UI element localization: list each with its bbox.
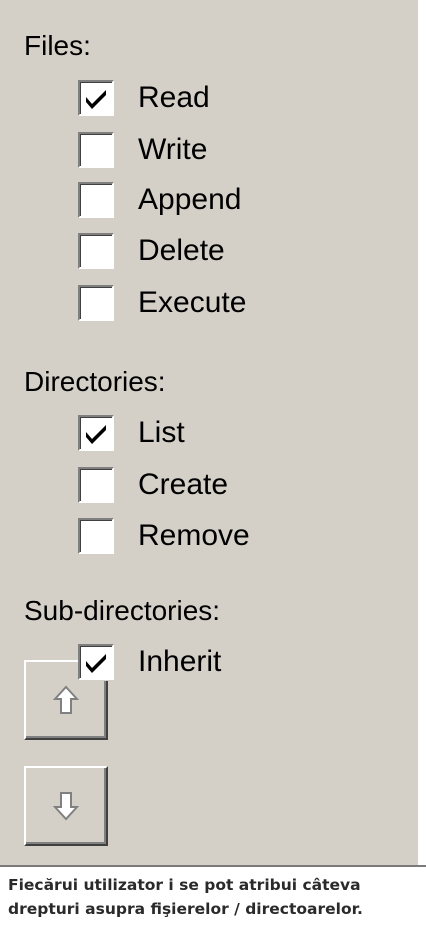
execute-checkbox[interactable] [78,285,114,321]
caption-divider [0,865,426,867]
permission-inherit[interactable]: Inherit [78,642,221,682]
permission-delete[interactable]: Delete [78,231,225,271]
permission-read[interactable]: Read [78,78,210,118]
read-checkbox[interactable] [78,80,114,116]
execute-label: Execute [138,286,247,319]
write-checkbox[interactable] [78,132,114,168]
write-label: Write [138,133,208,166]
list-checkbox[interactable] [78,415,114,451]
subdirectories-heading: Sub-directories: [24,595,221,626]
delete-checkbox[interactable] [78,233,114,269]
permission-write[interactable]: Write [78,130,207,170]
checkmark-icon [86,654,106,673]
permission-create[interactable]: Create [78,465,228,505]
permission-list[interactable]: List [78,413,185,453]
create-checkbox[interactable] [78,467,114,503]
inherit-label: Inherit [138,645,222,678]
create-label: Create [138,468,229,501]
down-arrow-icon [53,792,79,821]
files-heading: Files: [24,30,91,61]
checkmark-icon [86,425,106,444]
delete-label: Delete [138,234,225,267]
figure-caption: Fiecărui utilizator i se pot atribui cât… [8,876,363,918]
permission-append[interactable]: Append [78,180,241,220]
append-checkbox[interactable] [78,182,114,218]
append-label: Append [138,183,242,216]
directories-heading: Directories: [24,366,166,397]
read-label: Read [138,81,210,114]
permission-execute[interactable]: Execute [78,283,246,323]
panel-edge [418,0,426,865]
move-down-button[interactable] [24,766,108,846]
inherit-checkbox[interactable] [78,644,114,680]
list-label: List [138,416,185,449]
permission-remove[interactable]: Remove [78,516,250,556]
checkmark-icon [86,90,106,109]
up-arrow-icon [53,685,79,714]
remove-label: Remove [138,519,250,552]
remove-checkbox[interactable] [78,518,114,554]
